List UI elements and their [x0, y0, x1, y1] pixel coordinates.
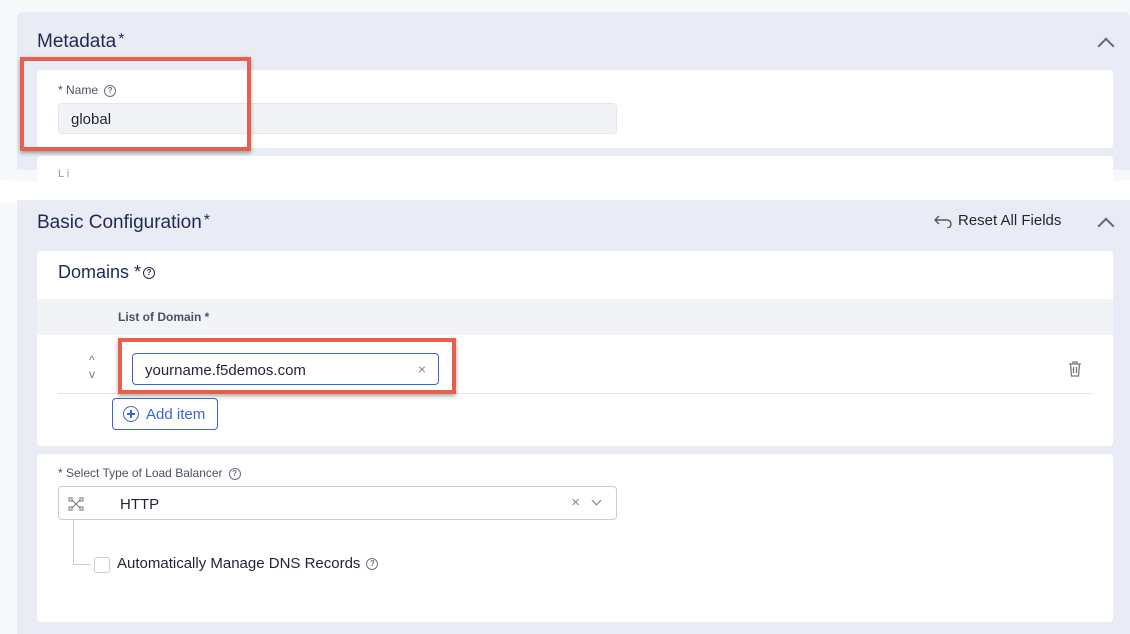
chevron-up-icon[interactable] — [1097, 217, 1115, 235]
add-item-button[interactable]: Add item — [112, 398, 218, 430]
dns-checkbox[interactable] — [94, 557, 110, 573]
help-icon[interactable]: ? — [228, 467, 241, 480]
chevron-up-icon[interactable] — [1097, 37, 1115, 55]
trash-icon[interactable] — [1067, 360, 1083, 378]
reset-all-button[interactable]: Reset All Fields — [934, 212, 1061, 229]
lb-type-card: * Select Type of Load Balancer? HTTP × A… — [37, 454, 1113, 622]
lb-type-select[interactable]: HTTP × — [58, 486, 617, 520]
help-icon[interactable]: ? — [143, 267, 156, 280]
list-header-label: List of Domain * — [118, 310, 210, 324]
reorder-handle[interactable]: ^ v — [89, 353, 95, 381]
plus-circle-icon — [123, 406, 139, 422]
lb-type-label: * Select Type of Load Balancer? — [58, 466, 241, 480]
domains-title: Domains *? — [58, 262, 156, 283]
tree-line — [73, 520, 74, 564]
dns-label: Automatically Manage DNS Records? — [117, 555, 379, 572]
domain-highlight — [118, 338, 456, 394]
basic-config-title: Basic Configuration * — [37, 212, 210, 233]
network-icon — [68, 497, 84, 511]
clear-icon[interactable]: × — [571, 494, 580, 511]
name-highlight — [20, 57, 251, 151]
chevron-down-icon[interactable] — [591, 495, 602, 506]
domain-list-header: List of Domain * — [37, 299, 1113, 335]
help-icon[interactable]: ? — [366, 558, 379, 571]
tree-line — [73, 564, 91, 565]
reset-icon — [934, 215, 952, 229]
metadata-title: Metadata * — [37, 31, 125, 52]
